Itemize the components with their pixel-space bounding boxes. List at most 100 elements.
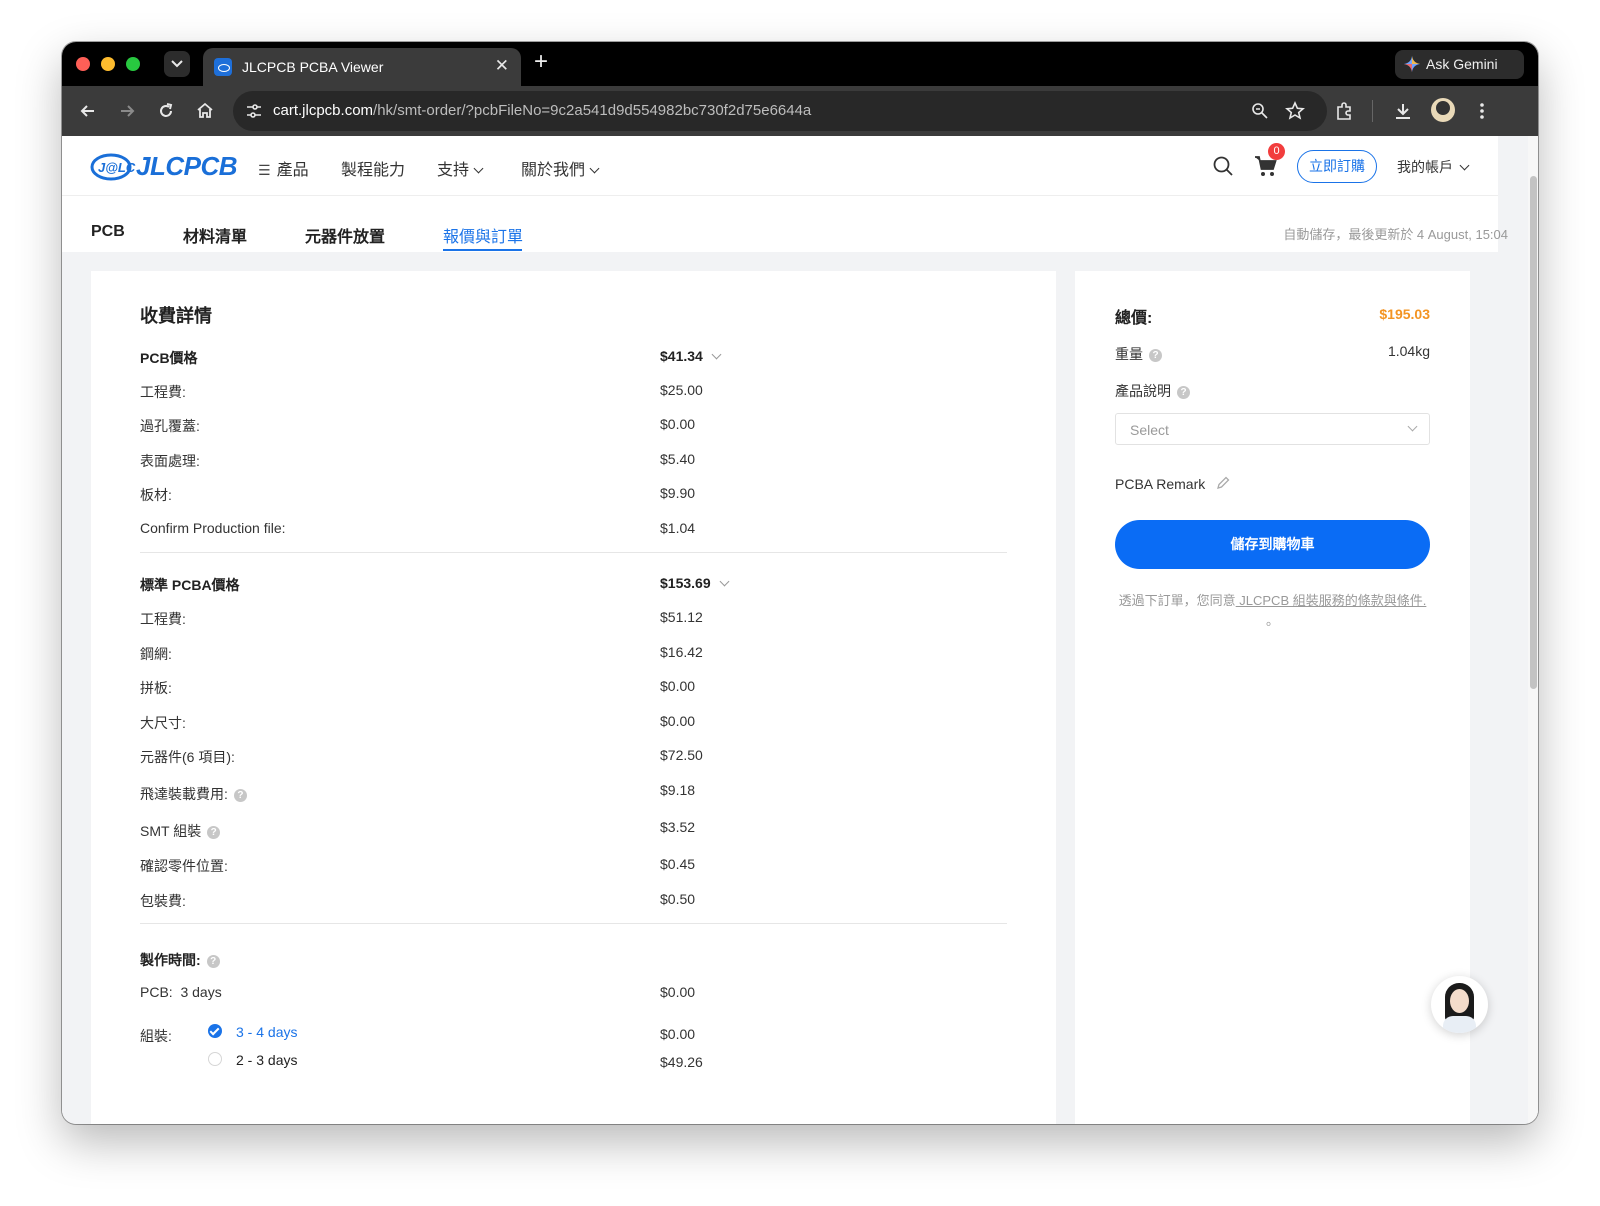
extensions-puzzle-icon[interactable]	[1334, 101, 1354, 121]
assembly-option-radio-selected[interactable]	[208, 1024, 222, 1038]
help-icon[interactable]: ?	[206, 955, 220, 968]
gemini-sparkle-icon	[1404, 56, 1420, 72]
line-item-value: $25.00	[660, 382, 703, 398]
ask-gemini-label: Ask Gemini	[1426, 56, 1498, 72]
line-item-value: $51.12	[660, 609, 703, 625]
site-settings-icon[interactable]	[245, 102, 263, 120]
help-icon[interactable]: ?	[207, 826, 221, 839]
tab-title: JLCPCB PCBA Viewer	[242, 59, 384, 75]
tab-component-placement[interactable]: 元器件放置	[305, 223, 385, 247]
line-item-label: 飛達裝載費用:	[140, 786, 228, 802]
edit-icon[interactable]	[1216, 476, 1230, 490]
assembly-option-label[interactable]: 2 - 3 days	[236, 1052, 297, 1068]
terms-prefix: 透過下訂單，您同意	[1118, 593, 1236, 608]
more-menu-icon[interactable]	[1472, 101, 1492, 121]
bookmark-star-icon[interactable]	[1285, 101, 1305, 121]
search-icon[interactable]	[1212, 155, 1234, 177]
weight-label: 重量	[1115, 346, 1143, 362]
maximize-window-button[interactable]	[126, 57, 140, 71]
line-item-value: $0.00	[660, 416, 696, 432]
assembly-option-radio[interactable]	[208, 1052, 222, 1066]
tab-quote-order[interactable]: 報價與訂單	[443, 223, 523, 247]
terms-link[interactable]: JLCPCB 組裝服務的條款與條件.	[1236, 593, 1426, 608]
assembly-option-value: $0.00	[660, 1026, 696, 1042]
tab-bom[interactable]: 材料清單	[183, 223, 247, 247]
close-tab-icon[interactable]: ✕	[495, 56, 509, 76]
nav-support[interactable]: 支持	[437, 156, 484, 180]
line-item-label: Confirm Production file:	[140, 520, 286, 536]
autosave-status: 自動儲存，最後更新於 4 August, 15:04	[1283, 227, 1508, 242]
pcb-build-days: 3 days	[180, 984, 222, 1000]
line-item-label: 包裝費:	[140, 893, 186, 909]
line-item-value: $16.42	[660, 644, 703, 660]
product-description-row: 產品說明?	[1115, 381, 1190, 401]
help-icon[interactable]: ?	[1177, 386, 1190, 399]
cart-count-badge: 0	[1268, 143, 1285, 160]
terms-suffix: 。	[1265, 613, 1279, 628]
close-window-button[interactable]	[76, 57, 90, 71]
url-host: cart.jlcpcb.com	[273, 102, 374, 119]
total-price-value: $195.03	[1379, 306, 1430, 322]
line-item-value: $0.00	[660, 713, 696, 729]
build-time-row: 製作時間:?	[140, 950, 220, 970]
account-menu[interactable]: 我的帳戶	[1397, 157, 1470, 177]
jlcpcb-logo[interactable]: J@LC JLCPCB	[90, 150, 238, 189]
home-icon[interactable]	[195, 101, 215, 121]
line-item-label: SMT 組裝	[140, 823, 202, 839]
line-item-value: $5.40	[660, 451, 696, 467]
new-tab-button[interactable]: +	[534, 50, 548, 74]
help-icon[interactable]: ?	[1149, 349, 1162, 362]
line-item-value: $72.50	[660, 747, 703, 763]
line-item-label: 鋼網:	[140, 646, 172, 662]
chevron-down-icon	[473, 163, 484, 174]
profile-avatar[interactable]	[1431, 98, 1455, 122]
total-price-label: 總價:	[1115, 310, 1153, 327]
chevron-down-icon	[1459, 160, 1470, 171]
tab-pcb[interactable]: PCB	[91, 223, 125, 241]
nav-products[interactable]: ☰ 產品	[258, 156, 309, 180]
line-item-label: 確認零件位置:	[140, 858, 228, 874]
save-to-cart-button[interactable]: 儲存到購物車	[1115, 520, 1430, 569]
line-item-label: 表面處理:	[140, 453, 200, 469]
active-tab-indicator	[443, 249, 522, 251]
toolbar-separator	[1372, 100, 1373, 122]
assembly-time-label: 組裝:	[140, 1028, 172, 1044]
line-item-value: $0.50	[660, 891, 696, 907]
address-bar[interactable]: cart.jlcpcb.com/hk/smt-order/?pcbFileNo=…	[233, 91, 1327, 131]
ask-gemini-button[interactable]: Ask Gemini	[1395, 50, 1524, 79]
line-item-label: 元器件(6 項目):	[140, 749, 235, 765]
help-icon[interactable]: ?	[233, 789, 247, 802]
support-avatar-body	[1443, 1016, 1476, 1033]
product-description-select[interactable]: Select	[1115, 413, 1430, 445]
nav-capabilities[interactable]: 製程能力	[341, 156, 405, 180]
browser-tab[interactable]: JLCPCB PCBA Viewer ✕	[203, 48, 521, 86]
menu-list-icon: ☰	[258, 162, 271, 178]
charges-title: 收費詳情	[140, 306, 212, 326]
order-now-button[interactable]: 立即訂購	[1297, 150, 1377, 183]
forward-arrow-icon[interactable]	[117, 101, 137, 121]
line-item-value: $0.00	[660, 678, 696, 694]
pcb-price-total: $41.34	[660, 348, 703, 364]
zoom-icon[interactable]	[1251, 102, 1269, 120]
page-scrollbar[interactable]	[1528, 136, 1538, 1124]
pcba-price-toggle[interactable]: $153.69	[660, 575, 730, 591]
line-item-value: $3.52	[660, 819, 696, 835]
logo-text: JLCPCB	[136, 151, 238, 181]
customer-support-avatar[interactable]	[1431, 976, 1488, 1033]
pcb-price-toggle[interactable]: $41.34	[660, 348, 722, 364]
pcb-build-time-row: PCB: 3 days	[140, 984, 222, 1000]
back-arrow-icon[interactable]	[78, 101, 98, 121]
chevron-down-icon	[1407, 421, 1418, 432]
tab-search-button[interactable]	[164, 51, 190, 77]
browser-window: JLCPCB PCBA Viewer ✕ + Ask Gemini cart.j…	[62, 42, 1538, 1124]
chevron-down-icon	[589, 163, 600, 174]
nav-about[interactable]: 關於我們	[521, 156, 600, 180]
chevron-down-icon	[711, 349, 722, 360]
assembly-option-label[interactable]: 3 - 4 days	[236, 1024, 297, 1040]
jlcpcb-favicon-icon	[214, 58, 232, 76]
minimize-window-button[interactable]	[101, 57, 115, 71]
reload-icon[interactable]	[156, 101, 176, 121]
download-icon[interactable]	[1393, 101, 1413, 121]
scrollbar-thumb[interactable]	[1530, 176, 1537, 689]
line-item-value: $9.18	[660, 782, 696, 798]
